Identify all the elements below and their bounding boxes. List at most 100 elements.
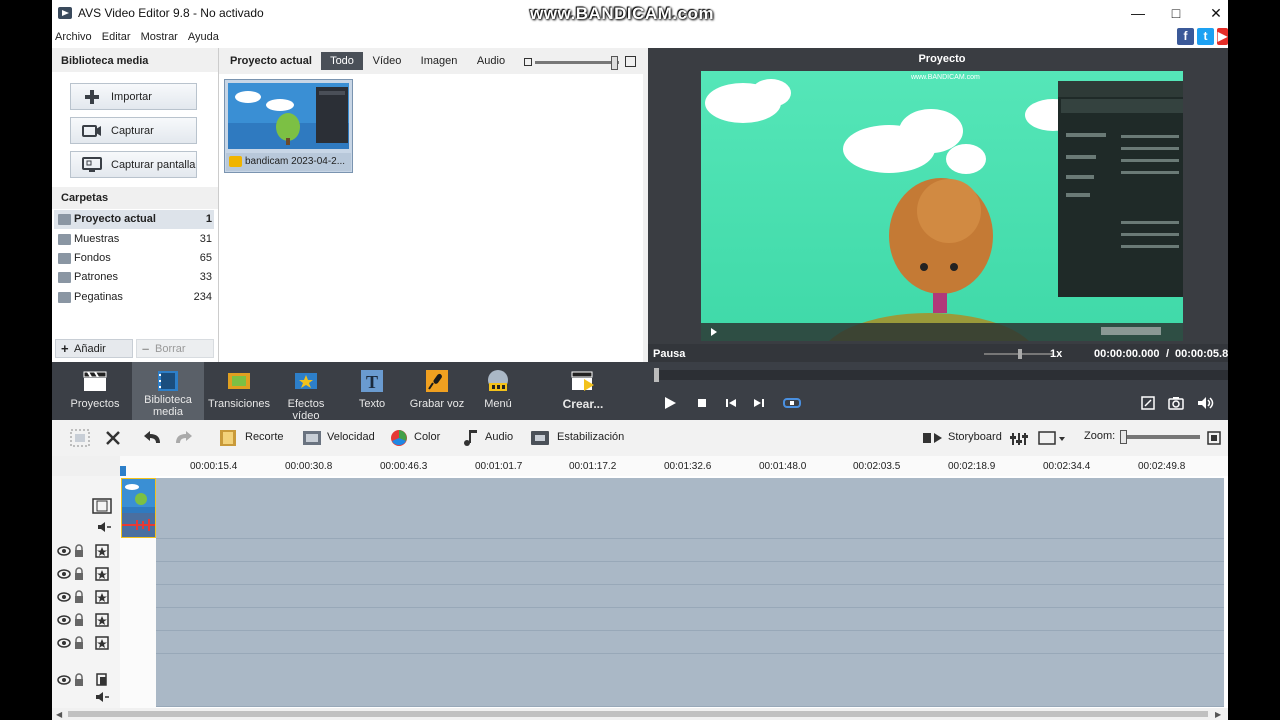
grid-select-icon[interactable] bbox=[70, 429, 90, 447]
zoom-slider[interactable] bbox=[1120, 430, 1200, 444]
add-folder-button[interactable]: + Añadir bbox=[55, 339, 133, 358]
audio-mixer-icon[interactable] bbox=[1010, 430, 1032, 448]
overlay-track-4[interactable] bbox=[156, 608, 1224, 631]
media-item[interactable]: bandicam 2023-04-2... bbox=[224, 79, 353, 173]
seek-bar[interactable] bbox=[654, 368, 1228, 382]
volume-button[interactable] bbox=[1196, 395, 1216, 411]
next-frame-button[interactable] bbox=[752, 396, 766, 410]
toolbar-projects-label: Proyectos bbox=[70, 398, 120, 410]
toolbar-menu[interactable]: Menú bbox=[474, 362, 522, 420]
overlay-track-controls-4 bbox=[56, 612, 116, 632]
media-header: Proyecto actual bbox=[230, 55, 312, 67]
tab-all[interactable]: Todo bbox=[321, 52, 363, 70]
close-button[interactable]: ✕ bbox=[1194, 0, 1228, 26]
menu-ayuda[interactable]: Ayuda bbox=[188, 26, 219, 48]
storyboard-icon bbox=[923, 433, 942, 443]
display-options-icon[interactable] bbox=[1038, 430, 1068, 448]
menu-archivo[interactable]: Archivo bbox=[55, 26, 92, 48]
ruler-label: 00:01:01.7 bbox=[475, 461, 523, 472]
seek-handle[interactable] bbox=[654, 368, 659, 382]
redo-icon[interactable] bbox=[172, 429, 194, 447]
ruler-label: 00:02:49.8 bbox=[1138, 461, 1186, 472]
timeline-tracks: ◀ ▶ bbox=[52, 476, 1228, 720]
preview-title: Proyecto bbox=[918, 53, 966, 65]
menu-mostrar[interactable]: Mostrar bbox=[141, 26, 178, 48]
capture-label: Capturar bbox=[111, 125, 154, 137]
overlay-track-3[interactable] bbox=[156, 585, 1224, 608]
play-button[interactable] bbox=[662, 395, 678, 411]
thumb-size-small-icon[interactable] bbox=[524, 58, 532, 66]
undo-icon[interactable] bbox=[142, 429, 164, 447]
maximize-button[interactable]: □ bbox=[1154, 0, 1198, 26]
video-clip[interactable] bbox=[121, 478, 156, 538]
folder-item-stickers[interactable]: Pegatinas 234 bbox=[54, 288, 214, 307]
scroll-right-arrow-icon[interactable]: ▶ bbox=[1215, 710, 1221, 719]
overlay-track-controls-1 bbox=[56, 543, 116, 563]
overlay-track-1[interactable] bbox=[156, 539, 1224, 562]
overlay-track-2[interactable] bbox=[156, 562, 1224, 585]
capture-button[interactable]: Capturar bbox=[70, 117, 197, 144]
import-button[interactable]: Importar bbox=[70, 83, 197, 110]
menu-editar[interactable]: Editar bbox=[102, 26, 131, 48]
scroll-left-arrow-icon[interactable]: ◀ bbox=[56, 710, 62, 719]
delete-folder-label: Borrar bbox=[155, 343, 186, 355]
toolbar-text[interactable]: T Texto bbox=[348, 362, 396, 420]
audio-label: Audio bbox=[485, 431, 514, 443]
toolbar-record-voice[interactable]: Grabar voz bbox=[404, 362, 470, 420]
slider-handle[interactable] bbox=[611, 56, 618, 70]
folder-item-samples[interactable]: Muestras 31 bbox=[54, 230, 214, 249]
import-label: Importar bbox=[111, 91, 152, 103]
fullscreen-button[interactable] bbox=[1140, 395, 1156, 411]
folder-item-current-project[interactable]: Proyecto actual 1 bbox=[54, 210, 214, 229]
speed-label: Velocidad bbox=[327, 431, 375, 443]
toolbar-video-effects-label: Efectos vídeo bbox=[287, 398, 325, 422]
folder-count: 1 bbox=[205, 213, 212, 225]
video-track[interactable] bbox=[156, 478, 1224, 539]
twitter-icon[interactable]: t bbox=[1197, 28, 1214, 45]
snapshot-button[interactable] bbox=[1167, 395, 1185, 411]
camera-snapshot-icon bbox=[1168, 397, 1184, 410]
current-time: 00:00:00.000 bbox=[1094, 348, 1160, 360]
toolbar-projects[interactable]: Proyectos bbox=[62, 362, 128, 420]
stabilization-icon bbox=[531, 431, 549, 445]
library-panel: Biblioteca media Importar Capturar Captu… bbox=[52, 48, 219, 362]
speed-slider-handle[interactable] bbox=[1018, 349, 1022, 359]
toolbar-media-library[interactable]: Biblioteca media bbox=[132, 362, 204, 420]
playback-status: Pausa bbox=[653, 348, 686, 360]
speed-icon bbox=[303, 431, 321, 445]
overlay-track-5[interactable] bbox=[156, 631, 1224, 654]
speaker-icon bbox=[1198, 397, 1214, 409]
thumb-size-slider[interactable] bbox=[535, 56, 619, 70]
folder-item-patterns[interactable]: Patrones 33 bbox=[54, 268, 214, 287]
facebook-icon[interactable]: f bbox=[1177, 28, 1194, 45]
folder-item-backgrounds[interactable]: Fondos 65 bbox=[54, 249, 214, 268]
capture-screen-button[interactable]: Capturar pantalla bbox=[70, 151, 197, 178]
ruler-label: 00:01:48.0 bbox=[759, 461, 807, 472]
speed-slider[interactable] bbox=[984, 349, 1054, 359]
audio-track[interactable] bbox=[156, 654, 1224, 707]
tab-audio[interactable]: Audio bbox=[471, 52, 511, 70]
scrollbar-thumb[interactable] bbox=[68, 711, 1208, 717]
playhead-marker[interactable] bbox=[120, 466, 126, 476]
zoom-slider-handle[interactable] bbox=[1120, 430, 1127, 444]
youtube-icon[interactable]: ▶ bbox=[1217, 28, 1228, 45]
media-item-caption: bandicam 2023-04-2... bbox=[226, 153, 351, 171]
mute-icon[interactable] bbox=[96, 520, 112, 534]
thumb-size-large-icon[interactable] bbox=[625, 56, 636, 67]
tab-image[interactable]: Imagen bbox=[415, 52, 463, 70]
delete-icon[interactable] bbox=[104, 429, 122, 447]
minus-icon: – bbox=[142, 341, 150, 356]
tab-video[interactable]: Vídeo bbox=[367, 52, 407, 70]
delete-folder-button[interactable]: – Borrar bbox=[136, 339, 214, 358]
storyboard-label: Storyboard bbox=[948, 431, 1002, 443]
folder-name: Muestras bbox=[74, 233, 120, 245]
toolbar-transitions[interactable]: Transiciones bbox=[208, 362, 270, 420]
previous-frame-button[interactable] bbox=[724, 396, 738, 410]
loop-button[interactable] bbox=[782, 396, 802, 410]
ruler-label: 00:00:30.8 bbox=[285, 461, 333, 472]
toolbar-create[interactable]: Crear... bbox=[554, 362, 612, 420]
toolbar-video-effects[interactable]: Efectos vídeo bbox=[274, 362, 338, 422]
horizontal-scrollbar[interactable]: ◀ ▶ bbox=[52, 708, 1228, 720]
fit-timeline-icon[interactable] bbox=[1206, 430, 1222, 446]
stop-button[interactable] bbox=[696, 397, 708, 409]
